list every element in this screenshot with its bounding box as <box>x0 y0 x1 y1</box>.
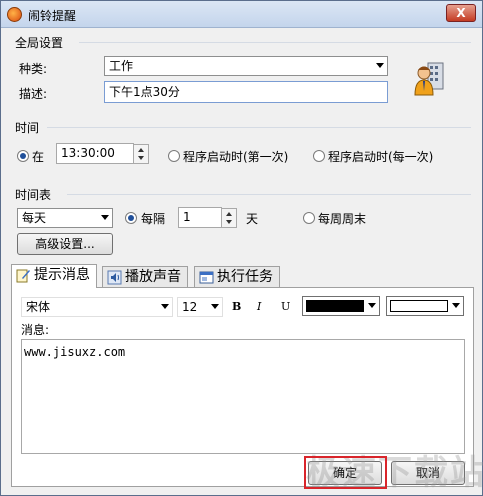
type-select[interactable]: 工作 <box>104 56 388 76</box>
font-select[interactable]: 宋体 <box>21 297 173 317</box>
time-spinner[interactable] <box>133 144 149 164</box>
tab-sound[interactable]: 播放声音 <box>102 266 188 288</box>
at-time-label: 在 <box>32 150 45 164</box>
tab-sound-label: 播放声音 <box>125 269 181 285</box>
time-input[interactable]: 13:30:00 <box>56 143 134 164</box>
italic-button[interactable]: I <box>257 300 261 313</box>
underline-button[interactable]: U <box>281 300 290 313</box>
message-textarea[interactable]: www.jisuxz.com <box>21 339 465 454</box>
chevron-down-icon[interactable] <box>452 303 460 308</box>
advanced-settings-button[interactable]: 高级设置... <box>17 233 113 255</box>
type-label: 种类: <box>19 62 48 76</box>
highlight-box <box>304 456 387 489</box>
weekend-label: 每周周末 <box>318 212 367 226</box>
startup-each-label: 程序启动时(每一次) <box>328 150 434 164</box>
group-divider <box>79 42 471 43</box>
font-size-select[interactable]: 12 <box>177 297 223 317</box>
startup-first-radio[interactable] <box>168 150 180 162</box>
chevron-down-icon[interactable] <box>368 303 376 308</box>
close-button[interactable]: X <box>446 4 476 22</box>
sound-icon <box>107 270 122 285</box>
interval-radio[interactable] <box>125 212 137 224</box>
back-color-swatch <box>390 300 448 312</box>
bold-button[interactable]: B <box>232 300 241 313</box>
at-time-radio[interactable] <box>17 150 29 162</box>
tab-task[interactable]: 执行任务 <box>194 266 280 288</box>
fore-color-picker[interactable] <box>302 296 380 316</box>
type-select-value: 工作 <box>109 59 134 73</box>
description-label: 描述: <box>19 87 48 101</box>
time-heading: 时间 <box>15 121 40 135</box>
message-label: 消息: <box>21 323 50 337</box>
startup-each-radio[interactable] <box>313 150 325 162</box>
font-select-value: 宋体 <box>26 300 51 314</box>
chevron-down-icon[interactable] <box>101 215 109 220</box>
group-divider <box>47 127 471 128</box>
alarm-dialog: 闹铃提醒 X 全局设置 种类: 工作 描述: 下午1点30分 时间 在 13:3… <box>0 0 483 496</box>
window-title: 闹铃提醒 <box>28 9 77 23</box>
global-settings-heading: 全局设置 <box>15 36 64 50</box>
office-worker-icon <box>414 62 444 96</box>
font-size-value: 12 <box>182 300 198 314</box>
back-color-picker[interactable] <box>386 296 464 316</box>
startup-first-label: 程序启动时(第一次) <box>183 150 289 164</box>
frequency-select-value: 每天 <box>22 211 47 225</box>
group-divider <box>67 194 471 195</box>
title-bar: 闹铃提醒 X <box>1 1 482 28</box>
cancel-button[interactable]: 取消 <box>391 461 465 485</box>
interval-label: 每隔 <box>141 212 166 226</box>
tab-task-label: 执行任务 <box>217 269 273 285</box>
interval-unit-label: 天 <box>246 212 259 226</box>
description-input[interactable]: 下午1点30分 <box>104 81 388 103</box>
chevron-down-icon[interactable] <box>211 304 219 309</box>
tab-message[interactable]: 提示消息 <box>11 264 97 288</box>
fore-color-swatch <box>306 300 364 312</box>
schedule-heading: 时间表 <box>15 188 52 202</box>
note-pencil-icon <box>16 269 30 283</box>
window-icon <box>199 271 214 284</box>
frequency-select[interactable]: 每天 <box>17 208 113 228</box>
chevron-down-icon[interactable] <box>376 63 384 68</box>
weekend-radio[interactable] <box>303 212 315 224</box>
alarm-clock-icon <box>7 7 22 22</box>
interval-input[interactable]: 1 <box>178 207 222 228</box>
chevron-down-icon[interactable] <box>161 304 169 309</box>
interval-spinner[interactable] <box>221 208 237 228</box>
tab-message-label: 提示消息 <box>34 267 90 283</box>
